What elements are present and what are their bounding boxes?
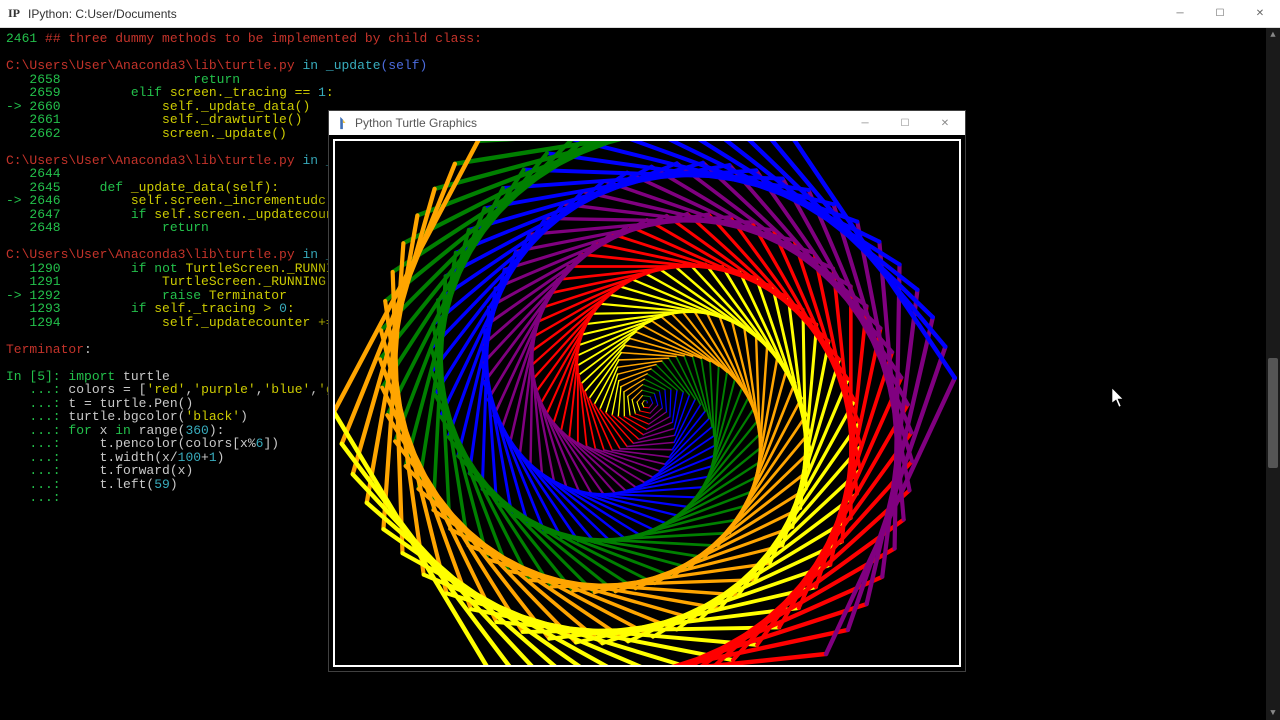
console-line: 2658 return — [6, 73, 1274, 87]
turtle-close-button[interactable]: ✕ — [925, 111, 965, 135]
ipython-titlebar: IP IPython: C:User/Documents ─ ☐ ✕ — [0, 0, 1280, 28]
console-line: 2659 elif screen._tracing == 1: — [6, 86, 1274, 100]
spiral-drawing — [335, 141, 959, 665]
turtle-titlebar: Python Turtle Graphics ─ ☐ ✕ — [329, 111, 965, 135]
turtle-minimize-button[interactable]: ─ — [845, 111, 885, 135]
ipython-title: IPython: C:User/Documents — [28, 7, 177, 21]
scrollbar-thumb[interactable] — [1268, 358, 1278, 468]
console-line — [6, 46, 1274, 60]
main-window-controls: ─ ☐ ✕ — [1160, 0, 1280, 27]
scroll-down-button[interactable]: ▼ — [1266, 706, 1280, 720]
maximize-button[interactable]: ☐ — [1200, 0, 1240, 27]
turtle-graphics-window[interactable]: Python Turtle Graphics ─ ☐ ✕ — [328, 110, 966, 672]
console-line: C:\Users\User\Anaconda3\lib\turtle.py in… — [6, 59, 1274, 73]
turtle-title: Python Turtle Graphics — [355, 116, 477, 130]
close-button[interactable]: ✕ — [1240, 0, 1280, 27]
scroll-up-button[interactable]: ▲ — [1266, 28, 1280, 42]
turtle-app-icon — [335, 116, 349, 130]
minimize-button[interactable]: ─ — [1160, 0, 1200, 27]
vertical-scrollbar[interactable]: ▲ ▼ — [1266, 28, 1280, 720]
turtle-window-controls: ─ ☐ ✕ — [845, 111, 965, 135]
turtle-maximize-button[interactable]: ☐ — [885, 111, 925, 135]
console-line: 2461 ## three dummy methods to be implem… — [6, 32, 1274, 46]
ipython-app-icon: IP — [6, 6, 22, 22]
turtle-canvas — [333, 139, 961, 667]
